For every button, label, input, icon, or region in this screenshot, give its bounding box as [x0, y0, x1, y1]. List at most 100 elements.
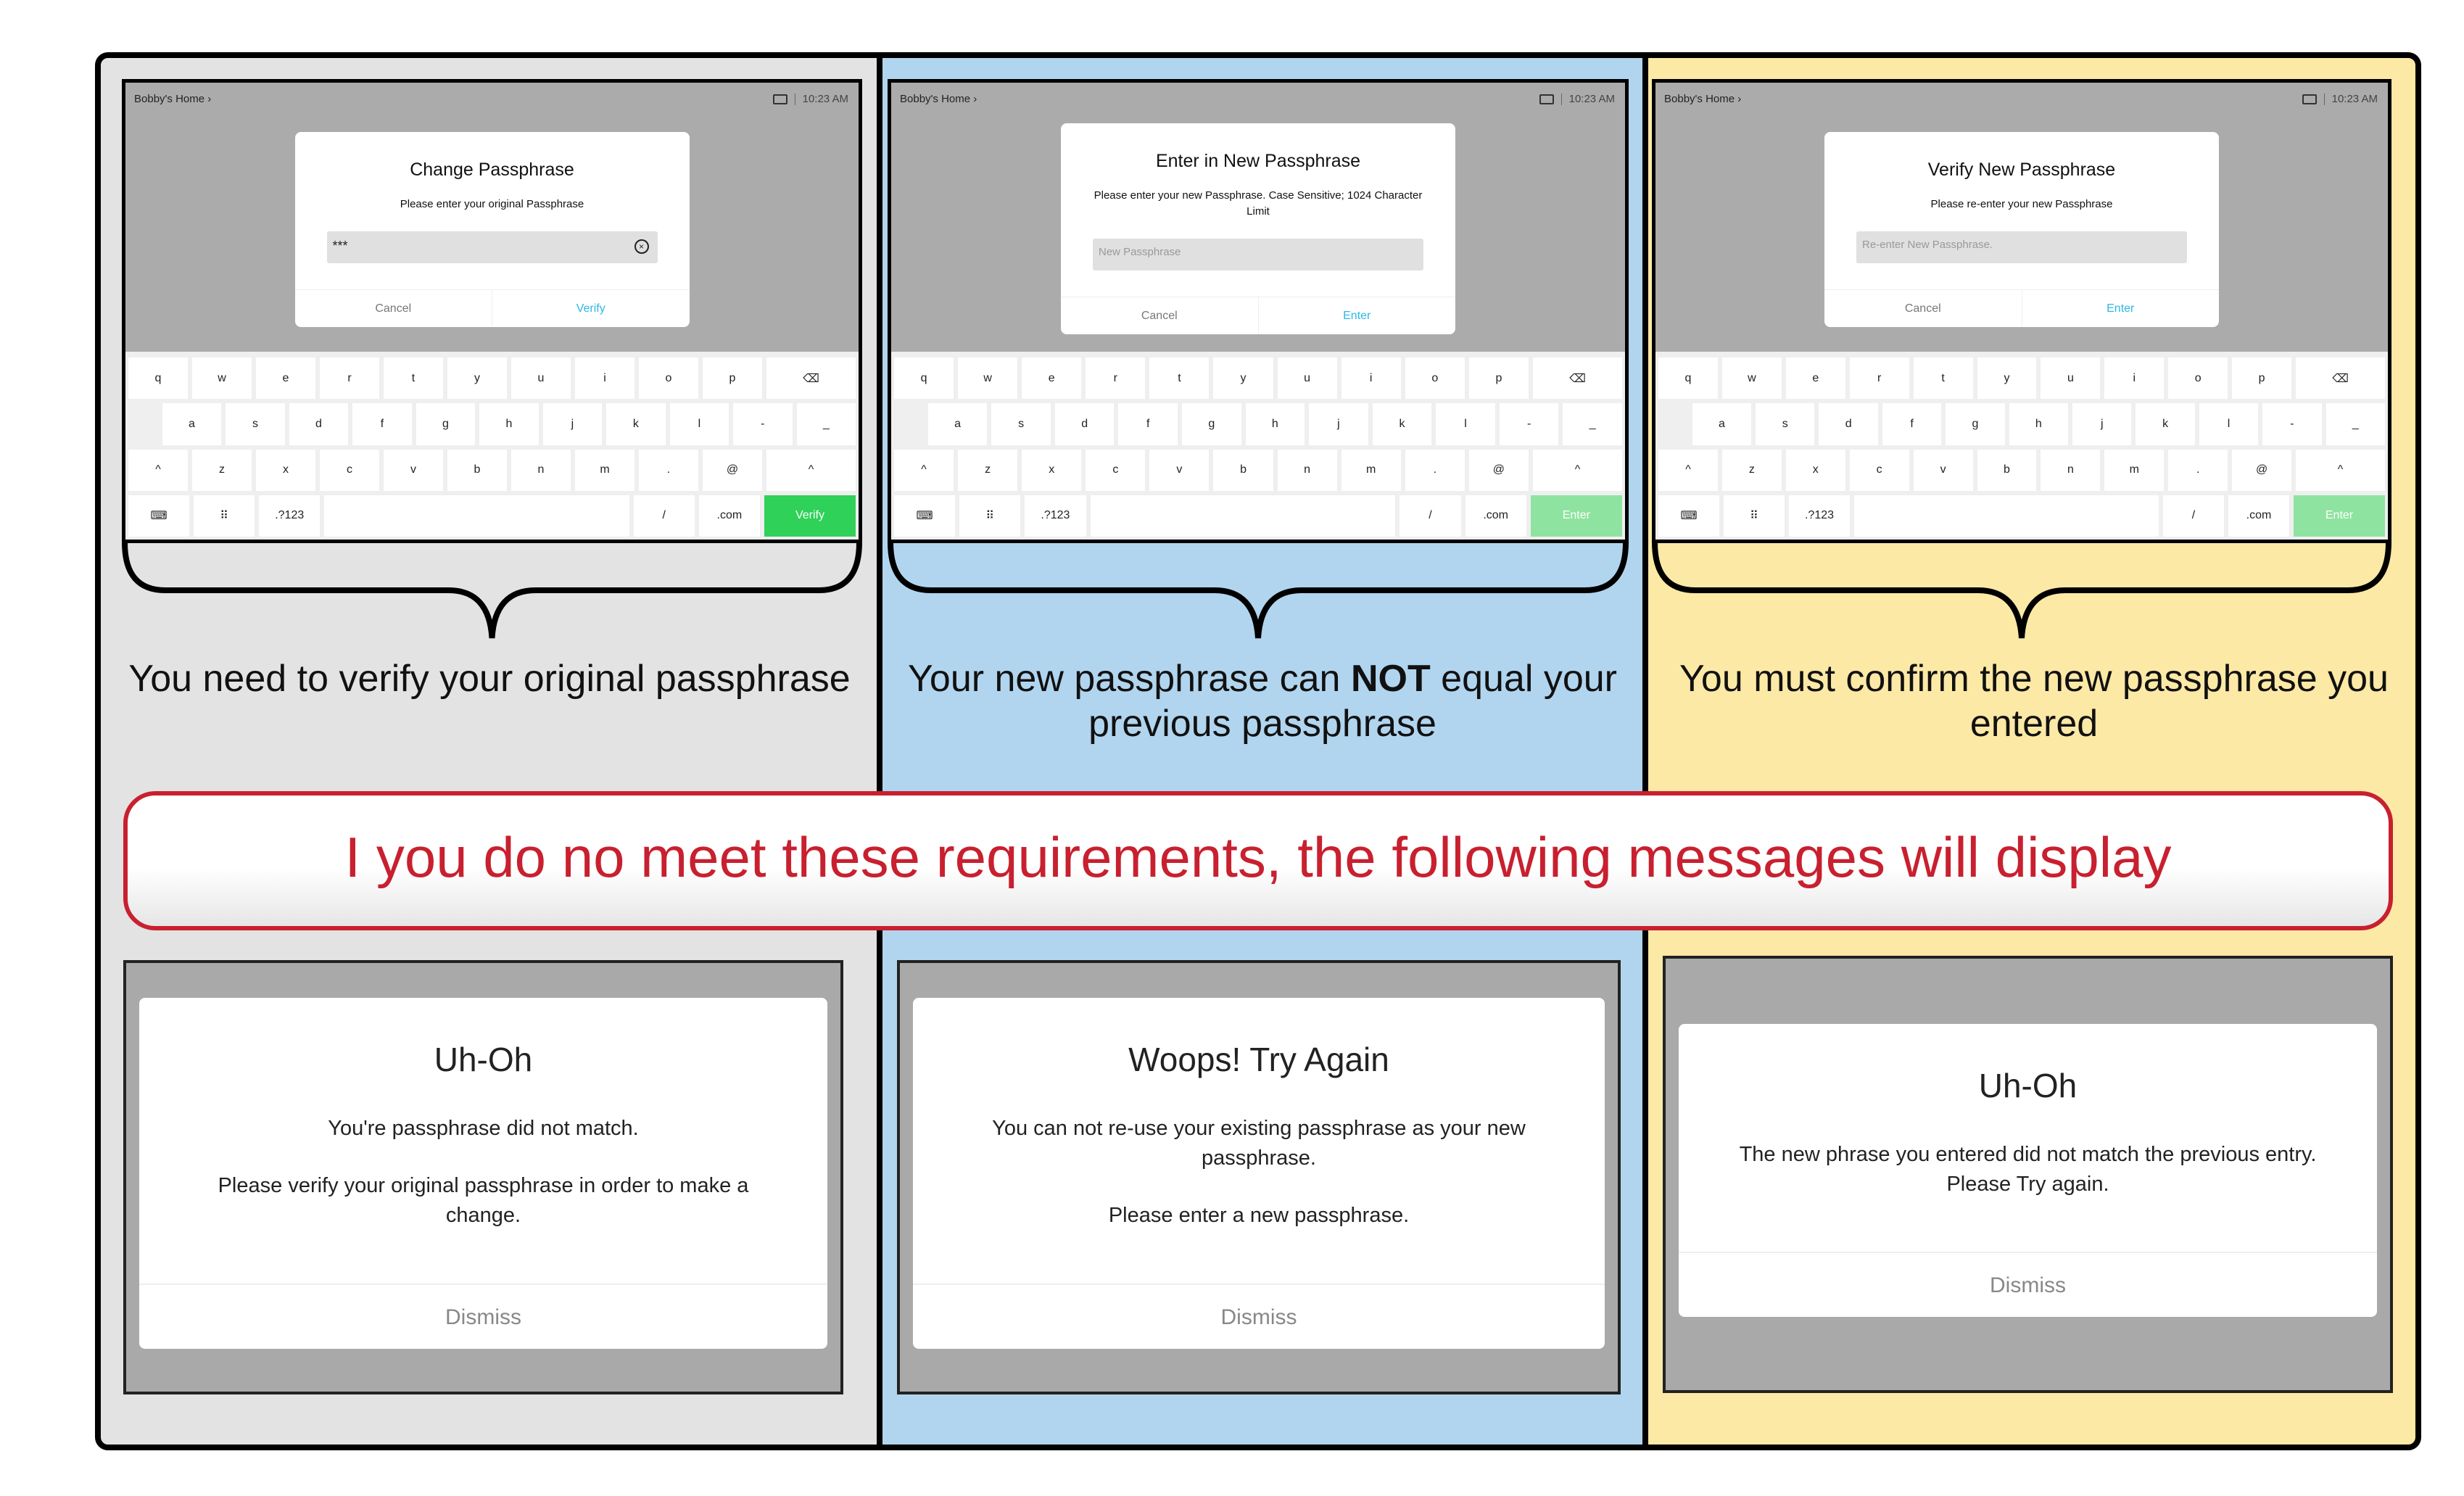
key-m[interactable]: m	[1341, 449, 1401, 491]
backspace-key[interactable]: ⌫	[2296, 358, 2385, 400]
key-symbol[interactable]: _	[1563, 403, 1622, 445]
key-symbol[interactable]: _	[796, 403, 856, 445]
key-123[interactable]: .?123	[1789, 495, 1850, 537]
confirm-button[interactable]: Verify	[492, 290, 690, 327]
key-com[interactable]: .com	[2228, 495, 2289, 537]
cancel-button[interactable]: Cancel	[1061, 297, 1259, 334]
key-w[interactable]: w	[192, 358, 252, 400]
key-z[interactable]: z	[958, 449, 1018, 491]
key-b[interactable]: b	[1977, 449, 2037, 491]
key-123[interactable]: .?123	[1025, 495, 1086, 537]
backspace-key[interactable]: ⌫	[1532, 358, 1623, 400]
keyboard-action-key[interactable]: Enter	[1530, 495, 1622, 537]
key-e[interactable]: e	[256, 358, 315, 400]
key-l[interactable]: l	[669, 403, 729, 445]
key-n[interactable]: n	[2041, 449, 2101, 491]
cancel-button[interactable]: Cancel	[295, 290, 492, 327]
key-symbol[interactable]: _	[2325, 403, 2385, 445]
passphrase-input[interactable]: Re-enter New Passphrase.	[1856, 231, 2187, 263]
key-w[interactable]: w	[1721, 358, 1782, 400]
key-x[interactable]: x	[256, 449, 315, 491]
key-h[interactable]: h	[479, 403, 539, 445]
camera-settings-icon[interactable]	[2302, 94, 2317, 104]
key-w[interactable]: w	[958, 358, 1018, 400]
shift-key[interactable]: ^	[766, 449, 856, 491]
key-symbol[interactable]: @	[2232, 449, 2292, 491]
key-o[interactable]: o	[639, 358, 698, 400]
key-i[interactable]: i	[575, 358, 634, 400]
key-d[interactable]: d	[1054, 403, 1115, 445]
breadcrumb-home[interactable]: Bobby's Home ›	[900, 93, 977, 105]
key-m[interactable]: m	[575, 449, 634, 491]
breadcrumb-home[interactable]: Bobby's Home ›	[134, 93, 211, 105]
key-o[interactable]: o	[1405, 358, 1465, 400]
key-symbol[interactable]: /	[1400, 495, 1461, 537]
key-y[interactable]: y	[1977, 358, 2037, 400]
passphrase-input[interactable]: *** ×	[326, 231, 658, 263]
key-x[interactable]: x	[1785, 449, 1845, 491]
key-s[interactable]: s	[1756, 403, 1815, 445]
key-n[interactable]: n	[1277, 449, 1337, 491]
hide-keyboard-key[interactable]: ⌨	[128, 495, 190, 537]
clear-input-icon[interactable]: ×	[634, 239, 649, 254]
key-c[interactable]: c	[1086, 449, 1146, 491]
key-t[interactable]: t	[384, 358, 443, 400]
key-f[interactable]: f	[1118, 403, 1178, 445]
key-symbol[interactable]: @	[703, 449, 762, 491]
key-v[interactable]: v	[1149, 449, 1210, 491]
key-n[interactable]: n	[511, 449, 571, 491]
key-i[interactable]: i	[1341, 358, 1401, 400]
key-b[interactable]: b	[447, 449, 507, 491]
key-l[interactable]: l	[2199, 403, 2259, 445]
key-f[interactable]: f	[352, 403, 412, 445]
key-123[interactable]: .?123	[259, 495, 321, 537]
key-d[interactable]: d	[1819, 403, 1878, 445]
key-g[interactable]: g	[416, 403, 476, 445]
key-k[interactable]: k	[1372, 403, 1432, 445]
key-symbol[interactable]: /	[2163, 495, 2224, 537]
key-c[interactable]: c	[320, 449, 379, 491]
key-p[interactable]: p	[1468, 358, 1529, 400]
key-l[interactable]: l	[1436, 403, 1495, 445]
keyboard-action-key[interactable]: Verify	[764, 495, 856, 537]
key-k[interactable]: k	[606, 403, 666, 445]
key-q[interactable]: q	[1658, 358, 1718, 400]
key-r[interactable]: r	[1086, 358, 1146, 400]
key-com[interactable]: .com	[698, 495, 760, 537]
key-a[interactable]: a	[162, 403, 222, 445]
key-s[interactable]: s	[226, 403, 285, 445]
space-key[interactable]	[1090, 495, 1396, 537]
key-j[interactable]: j	[1309, 403, 1368, 445]
key-d[interactable]: d	[289, 403, 349, 445]
shift-key[interactable]: ^	[1658, 449, 1718, 491]
key-p[interactable]: p	[703, 358, 762, 400]
shift-key[interactable]: ^	[128, 449, 188, 491]
key-g[interactable]: g	[1182, 403, 1241, 445]
breadcrumb-home[interactable]: Bobby's Home ›	[1664, 93, 1741, 105]
key-symbol[interactable]: .	[639, 449, 698, 491]
key-o[interactable]: o	[2168, 358, 2228, 400]
key-r[interactable]: r	[320, 358, 379, 400]
keyboard-action-key[interactable]: Enter	[2294, 495, 2385, 537]
key-z[interactable]: z	[192, 449, 252, 491]
emoji-grid-key[interactable]: ⠿	[194, 495, 255, 537]
key-e[interactable]: e	[1785, 358, 1845, 400]
space-key[interactable]	[1854, 495, 2159, 537]
key-symbol[interactable]: @	[1468, 449, 1529, 491]
key-u[interactable]: u	[2041, 358, 2101, 400]
key-b[interactable]: b	[1213, 449, 1273, 491]
camera-settings-icon[interactable]	[772, 94, 787, 104]
key-t[interactable]: t	[1149, 358, 1210, 400]
backspace-key[interactable]: ⌫	[766, 358, 856, 400]
key-u[interactable]: u	[1277, 358, 1337, 400]
dismiss-button[interactable]: Dismiss	[1679, 1252, 2377, 1317]
shift-key[interactable]: ^	[1532, 449, 1623, 491]
key-h[interactable]: h	[2009, 403, 2069, 445]
cancel-button[interactable]: Cancel	[1824, 290, 2022, 327]
key-q[interactable]: q	[894, 358, 954, 400]
key-y[interactable]: y	[1213, 358, 1273, 400]
confirm-button[interactable]: Enter	[2022, 290, 2220, 327]
key-com[interactable]: .com	[1465, 495, 1526, 537]
key-g[interactable]: g	[1946, 403, 2005, 445]
key-a[interactable]: a	[1692, 403, 1752, 445]
